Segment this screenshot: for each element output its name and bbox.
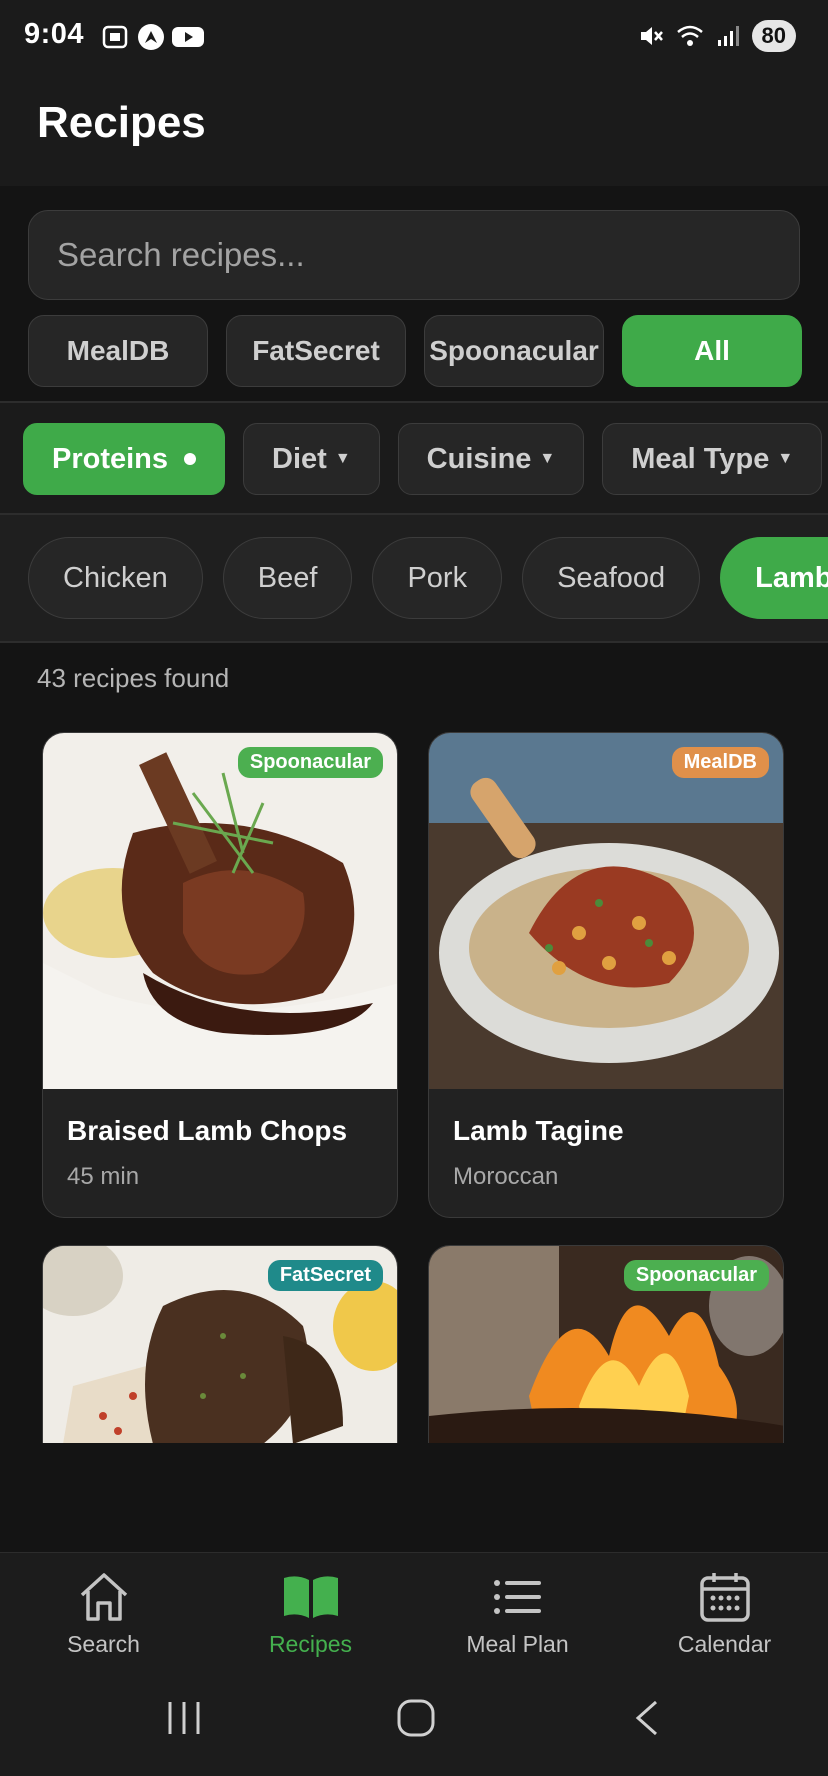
recipe-card[interactable]: Spoonacular <box>428 1245 784 1443</box>
nav-item-recipes[interactable]: Recipes <box>207 1553 414 1674</box>
status-icons-right: 80 <box>638 20 796 52</box>
nav-label: Recipes <box>268 1631 353 1657</box>
list-icon <box>493 1571 543 1623</box>
protein-chip-pork[interactable]: Pork <box>372 537 503 619</box>
caret-down-icon: ▼ <box>777 450 794 467</box>
calendar-icon <box>699 1571 751 1623</box>
filter-label: Proteins <box>52 442 169 475</box>
recipe-title: Braised Lamb Chops <box>67 1115 348 1146</box>
filter-label: Diet <box>272 442 327 475</box>
recipe-card[interactable]: FatSecret <box>42 1245 398 1443</box>
source-badge: FatSecret <box>267 1260 383 1291</box>
page-title: Recipes <box>37 98 206 147</box>
nav-label: Calendar <box>677 1631 772 1657</box>
home-button-icon[interactable] <box>396 1698 436 1738</box>
source-button-spoonacular[interactable]: Spoonacular <box>424 315 604 387</box>
search-area: MealDB FatSecret Spoonacular All <box>0 186 828 401</box>
nav-label: Search <box>67 1631 140 1657</box>
screenshot-icon <box>102 25 128 49</box>
recipe-image: Spoonacular <box>429 1246 783 1443</box>
recipe-card-body: Braised Lamb Chops 45 min <box>43 1089 397 1217</box>
filter-button-meal-type[interactable]: Meal Type ▼ <box>602 423 823 495</box>
search-input[interactable] <box>28 210 800 300</box>
filter-button-proteins[interactable]: Proteins <box>23 423 226 495</box>
active-dot-icon <box>184 453 197 465</box>
source-badge: MealDB <box>671 747 769 778</box>
signal-icon <box>717 26 739 46</box>
caret-down-icon: ▼ <box>539 450 556 467</box>
protein-chip-seafood[interactable]: Seafood <box>522 537 701 619</box>
app-header: Recipes <box>0 76 828 186</box>
filter-button-cuisine[interactable]: Cuisine ▼ <box>397 423 585 495</box>
bottom-nav: Search Recipes Meal Plan Calendar <box>0 1552 828 1674</box>
status-icons-left <box>100 22 204 52</box>
recipe-card-body: Lamb Tagine Moroccan <box>429 1089 783 1217</box>
recipe-image: FatSecret <box>43 1246 397 1443</box>
nav-app-icon <box>138 24 164 50</box>
source-button-all[interactable]: All <box>622 315 802 387</box>
back-icon[interactable] <box>632 1698 662 1738</box>
filter-category-bar: Proteins Diet ▼ Cuisine ▼ Meal Type ▼ <box>0 401 828 515</box>
protein-chip-bar: Chicken Beef Pork Seafood Lamb <box>0 515 828 643</box>
nav-item-calendar[interactable]: Calendar <box>621 1553 828 1674</box>
filter-button-diet[interactable]: Diet ▼ <box>243 423 380 495</box>
nav-label: Meal Plan <box>466 1631 569 1657</box>
source-button-fatsecret[interactable]: FatSecret <box>226 315 406 387</box>
wifi-icon <box>676 25 703 46</box>
mute-icon <box>640 27 663 45</box>
filter-category-row: Proteins Diet ▼ Cuisine ▼ Meal Type ▼ <box>23 423 828 495</box>
recipe-subtitle: 45 min <box>67 1163 140 1190</box>
filter-label: Cuisine <box>426 442 532 475</box>
status-bar: 9:04 80 <box>0 0 828 76</box>
recipe-image: MealDB <box>429 733 783 1089</box>
source-filter-row: MealDB FatSecret Spoonacular All <box>28 315 802 387</box>
recipe-card[interactable]: MealDB Lamb Tagine Moroccan <box>428 732 784 1218</box>
recipe-subtitle: Moroccan <box>453 1163 559 1190</box>
caret-down-icon: ▼ <box>334 450 351 467</box>
nav-item-meal-plan[interactable]: Meal Plan <box>414 1553 621 1674</box>
home-icon <box>76 1571 132 1623</box>
battery-indicator: 80 <box>751 20 796 52</box>
protein-chip-chicken[interactable]: Chicken <box>28 537 203 619</box>
filter-label: Meal Type <box>631 442 770 475</box>
recipe-image: Spoonacular <box>43 733 397 1089</box>
youtube-icon <box>172 27 204 47</box>
recent-apps-icon[interactable] <box>166 1698 206 1738</box>
book-icon <box>282 1571 340 1623</box>
recipe-card[interactable]: Spoonacular Braised Lamb Chops 45 min <box>42 732 398 1218</box>
source-badge: Spoonacular <box>623 1260 769 1291</box>
status-time: 9:04 <box>24 18 85 50</box>
protein-chip-lamb[interactable]: Lamb <box>720 537 828 619</box>
protein-chip-beef[interactable]: Beef <box>222 537 353 619</box>
nav-item-search[interactable]: Search <box>0 1553 207 1674</box>
system-nav-bar <box>0 1674 828 1776</box>
recipe-title: Lamb Tagine <box>453 1115 624 1146</box>
protein-chip-row: Chicken Beef Pork Seafood Lamb <box>28 537 828 619</box>
source-badge: Spoonacular <box>237 747 383 778</box>
source-button-mealdb[interactable]: MealDB <box>28 315 208 387</box>
results-count: 43 recipes found <box>37 663 230 693</box>
